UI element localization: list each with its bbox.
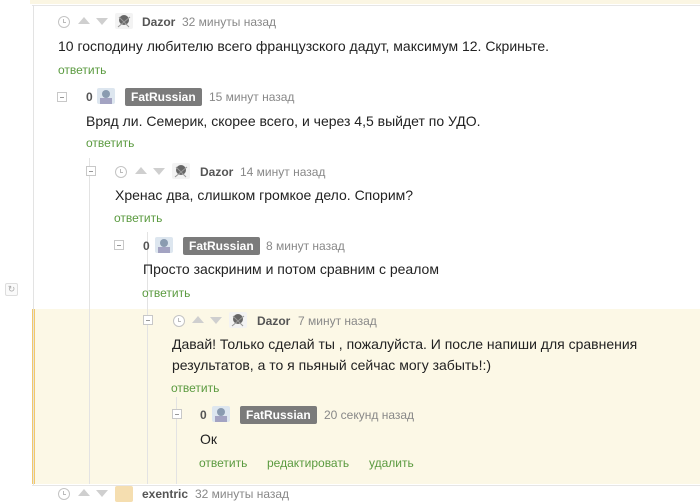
comment-time[interactable]: 15 минут назад <box>209 90 294 104</box>
clock-icon <box>115 166 127 178</box>
comment-author[interactable]: Dazor <box>142 15 175 29</box>
arrow-down-icon[interactable] <box>210 317 222 324</box>
comment-author[interactable]: exentric <box>142 487 188 501</box>
reply-link[interactable]: ответить <box>142 286 190 300</box>
arrow-up-icon[interactable] <box>78 489 90 496</box>
comment-time[interactable]: 14 минут назад <box>240 165 325 179</box>
comment-text: Ок <box>200 431 218 447</box>
clock-icon <box>173 315 185 327</box>
thread-line <box>33 5 34 485</box>
reply-link[interactable]: ответить <box>171 381 219 395</box>
comment-text: 10 господину любителю всего французского… <box>58 38 550 54</box>
delete-link[interactable]: удалить <box>369 456 414 470</box>
avatar[interactable] <box>115 486 133 502</box>
comment-text: Просто заскриним и потом сравним с реало… <box>143 261 439 277</box>
comment-time[interactable]: 20 секунд назад <box>324 408 414 422</box>
comment-author[interactable]: Dazor <box>257 314 290 328</box>
thread-line <box>89 158 90 484</box>
comment-text: Хренас два, слишком громкое дело. Спорим… <box>115 187 414 203</box>
arrow-down-icon[interactable] <box>96 18 108 25</box>
comment-rating: 0 <box>143 239 150 253</box>
author-badge[interactable]: FatRussian <box>240 406 317 424</box>
comment-time[interactable]: 8 минут назад <box>266 239 345 253</box>
comment-text-line: результатов, а то я пьяный сейчас могу з… <box>172 357 492 373</box>
arrow-up-icon[interactable] <box>135 167 147 174</box>
comment-time[interactable]: 32 минуты назад <box>195 487 289 501</box>
collapse-minus-icon[interactable] <box>172 409 182 419</box>
edit-link[interactable]: редактировать <box>267 456 349 470</box>
avatar[interactable] <box>212 406 230 422</box>
reply-link[interactable]: ответить <box>199 456 247 470</box>
comment-author[interactable]: Dazor <box>200 165 233 179</box>
avatar[interactable] <box>97 88 115 104</box>
previous-comment-strip <box>30 0 700 4</box>
arrow-up-icon[interactable] <box>192 316 204 323</box>
refresh-icon[interactable]: ↻ <box>5 283 18 296</box>
comment-time[interactable]: 32 минуты назад <box>182 15 276 29</box>
collapse-minus-icon[interactable] <box>143 315 153 325</box>
comment-rating: 0 <box>86 90 93 104</box>
author-badge[interactable]: FatRussian <box>125 88 202 106</box>
comment-text-line: Давай! Только сделай ты , пожалуйста. И … <box>172 336 638 352</box>
arrow-up-icon[interactable] <box>78 17 90 24</box>
clock-icon <box>58 16 70 28</box>
avatar[interactable] <box>155 237 173 253</box>
collapse-minus-icon[interactable] <box>114 240 124 250</box>
collapse-minus-icon[interactable] <box>86 166 96 176</box>
separator <box>32 5 700 6</box>
avatar[interactable] <box>229 312 247 328</box>
clock-icon <box>58 488 70 500</box>
arrow-down-icon[interactable] <box>153 168 165 175</box>
reply-link[interactable]: ответить <box>86 136 134 150</box>
author-badge[interactable]: FatRussian <box>183 237 260 255</box>
collapse-minus-icon[interactable] <box>57 92 67 102</box>
comment-text: Вряд ли. Семерик, скорее всего, и через … <box>86 113 481 129</box>
avatar[interactable] <box>172 163 190 179</box>
reply-link[interactable]: ответить <box>114 211 162 225</box>
avatar[interactable] <box>115 13 133 29</box>
comment-rating: 0 <box>200 408 207 422</box>
reply-link[interactable]: ответить <box>58 63 106 77</box>
comment-time[interactable]: 7 минут назад <box>298 314 377 328</box>
